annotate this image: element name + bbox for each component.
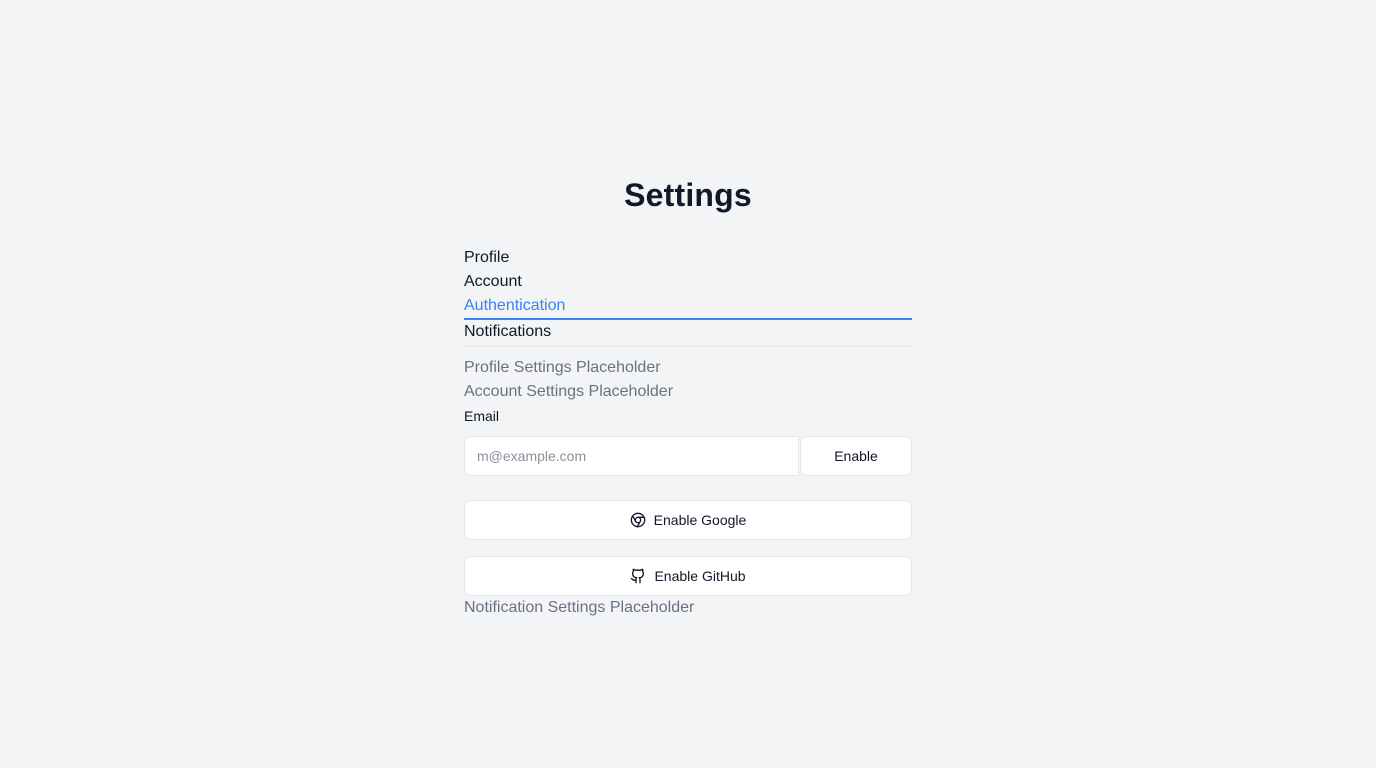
authentication-panel: Email Enable Enable Google <box>464 406 912 596</box>
settings-panels: Profile Settings Placeholder Account Set… <box>464 356 912 620</box>
enable-google-button[interactable]: Enable Google <box>464 500 912 540</box>
email-label: Email <box>464 408 500 424</box>
settings-tabs: Profile Account Authentication Notificat… <box>464 246 912 347</box>
enable-email-button[interactable]: Enable <box>800 436 912 476</box>
email-row: Enable <box>464 436 912 476</box>
tab-account[interactable]: Account <box>464 270 912 294</box>
enable-github-button[interactable]: Enable GitHub <box>464 556 912 596</box>
tab-profile[interactable]: Profile <box>464 246 912 270</box>
github-icon <box>630 568 646 584</box>
enable-github-label: Enable GitHub <box>654 568 746 584</box>
profile-settings-placeholder: Profile Settings Placeholder <box>464 359 661 376</box>
account-settings-placeholder: Account Settings Placeholder <box>464 383 674 400</box>
tab-authentication[interactable]: Authentication <box>464 294 912 320</box>
enable-google-label: Enable Google <box>653 512 747 528</box>
chrome-icon <box>630 512 646 528</box>
settings-container: Settings Profile Account Authentication … <box>464 172 912 620</box>
email-input[interactable] <box>464 436 799 476</box>
tab-notifications[interactable]: Notifications <box>464 320 912 344</box>
notification-settings-placeholder: Notification Settings Placeholder <box>464 599 695 616</box>
page-title: Settings <box>624 177 752 213</box>
